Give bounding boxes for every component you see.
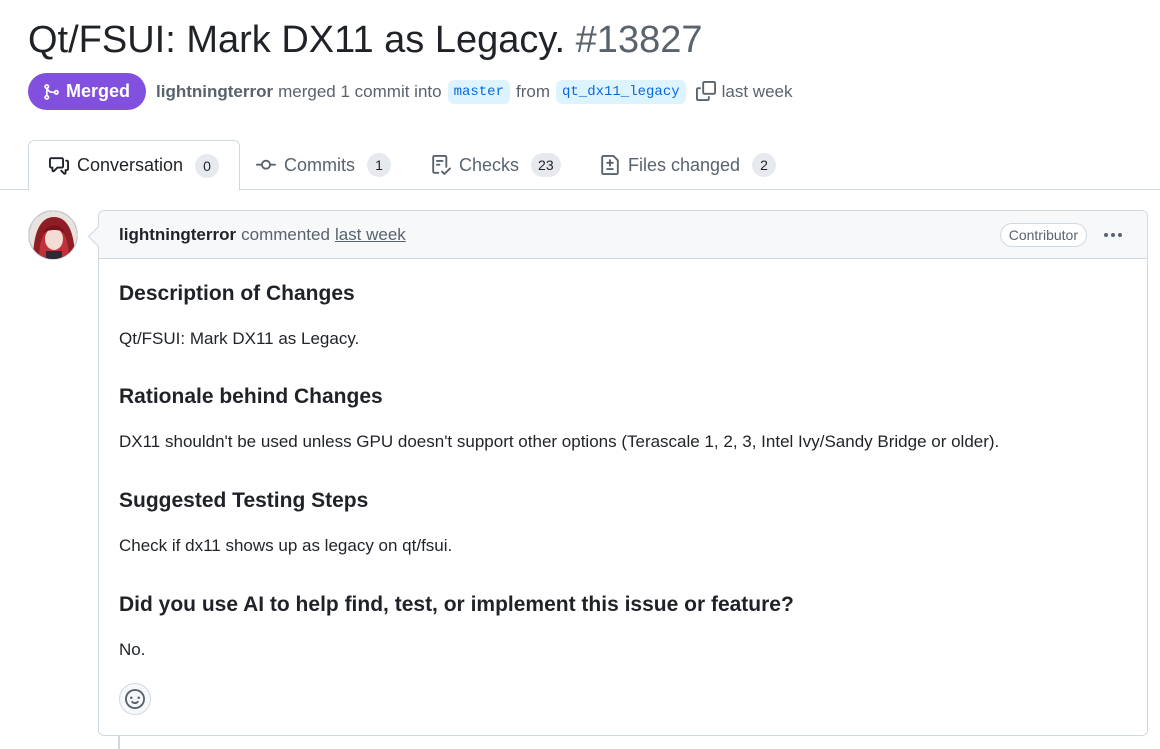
tab-label: Conversation	[77, 155, 184, 175]
pr-author-link[interactable]: lightningterror	[156, 82, 273, 102]
pr-merge-time: last week	[721, 81, 793, 101]
tab-label: Checks	[459, 154, 520, 175]
contributor-badge: Contributor	[999, 223, 1087, 247]
pr-meta: Merged lightningterror merged 1 commit i…	[28, 73, 798, 110]
git-commit-icon	[256, 159, 276, 170]
tab-label: Commits	[284, 154, 355, 175]
merged-text: merged 1 commit into	[278, 81, 442, 101]
tab-counter: 2	[752, 153, 777, 177]
section-text: No.	[119, 640, 146, 659]
pr-tabs: Conversation 0 Commits 1 Checks 23 Files…	[0, 140, 1160, 191]
pull-request-page: Qt/FSUI: Mark DX11 as Legacy. #13827 Mer…	[0, 0, 1160, 749]
tab-conversation[interactable]: Conversation 0	[28, 140, 241, 191]
copy-icon[interactable]	[695, 80, 718, 103]
comment-action: commented	[241, 224, 330, 244]
kebab-menu-icon[interactable]	[1101, 225, 1125, 245]
pr-title-row: Qt/FSUI: Mark DX11 as Legacy. #13827	[28, 16, 702, 64]
comment-box: lightningterror commented last week Cont…	[98, 210, 1148, 736]
pr-number: #13827	[575, 19, 703, 61]
comment-timestamp-link[interactable]: last week	[335, 225, 406, 245]
from-text: from	[516, 81, 550, 101]
section-text: DX11 shouldn't be used unless GPU doesn'…	[119, 432, 1000, 451]
tab-counter: 1	[367, 153, 391, 177]
avatar[interactable]	[28, 210, 78, 260]
tab-files-changed[interactable]: Files changed 2	[600, 140, 777, 190]
tab-label: Files changed	[628, 154, 741, 175]
git-merge-icon	[44, 83, 59, 100]
checklist-icon	[432, 155, 451, 175]
base-branch[interactable]: master	[447, 79, 510, 104]
merged-state-label: Merged	[66, 81, 131, 101]
comment-author-link[interactable]: lightningterror	[119, 225, 236, 245]
comment-header: lightningterror commented last week Cont…	[99, 211, 1147, 259]
tab-commits[interactable]: Commits 1	[256, 140, 391, 190]
timeline-line	[118, 736, 120, 749]
tab-counter: 23	[531, 153, 561, 177]
section-heading: Suggested Testing Steps	[119, 489, 369, 512]
pr-title: Qt/FSUI: Mark DX11 as Legacy.	[28, 19, 566, 61]
comment-discussion-icon	[49, 156, 69, 175]
tab-counter: 0	[195, 153, 220, 178]
head-branch[interactable]: qt_dx11_legacy	[556, 79, 686, 104]
section-text: Check if dx11 shows up as legacy on qt/f…	[119, 536, 453, 555]
section-heading: Did you use AI to help find, test, or im…	[119, 593, 794, 616]
add-reaction-button[interactable]	[119, 683, 151, 715]
section-text: Qt/FSUI: Mark DX11 as Legacy.	[119, 329, 360, 348]
section-heading: Rationale behind Changes	[119, 385, 383, 408]
smiley-icon	[125, 689, 145, 709]
section-heading: Description of Changes	[119, 282, 355, 305]
merged-state-badge: Merged	[28, 73, 147, 110]
file-diff-icon	[601, 155, 619, 175]
tab-checks[interactable]: Checks 23	[431, 140, 561, 190]
